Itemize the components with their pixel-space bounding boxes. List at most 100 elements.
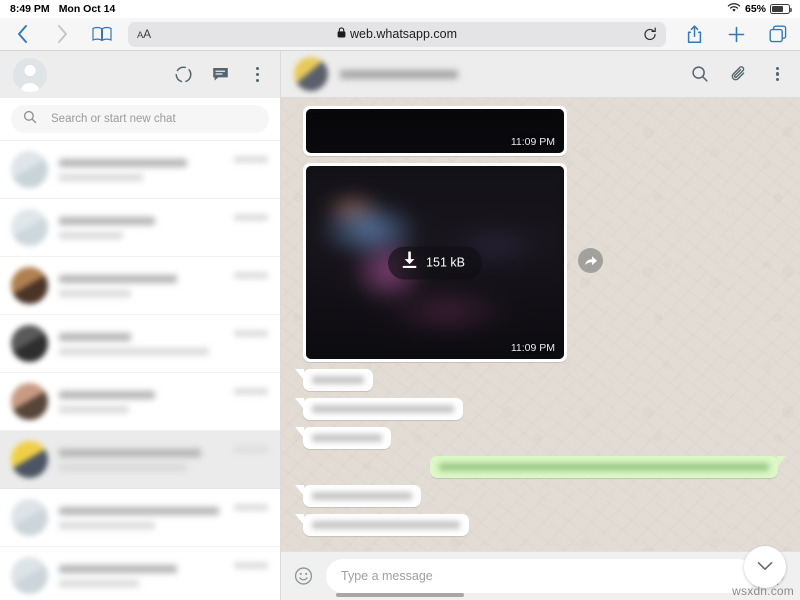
emoji-smiley-icon[interactable] xyxy=(294,567,313,586)
chat-list-item[interactable] xyxy=(0,257,280,315)
message-timestamp: 11:09 PM xyxy=(510,342,555,354)
scroll-to-bottom-button[interactable] xyxy=(744,546,786,588)
chat-item-time xyxy=(234,562,268,569)
chat-avatar xyxy=(11,441,48,478)
new-chat-icon[interactable] xyxy=(211,65,230,84)
contact-avatar[interactable] xyxy=(294,57,328,91)
menu-dots-icon[interactable] xyxy=(248,65,267,84)
show-tabs-icon[interactable] xyxy=(768,24,788,44)
chat-item-preview xyxy=(59,579,139,587)
chat-avatar xyxy=(11,557,48,594)
chat-avatar xyxy=(11,267,48,304)
bookmarks-book-icon[interactable] xyxy=(92,24,112,44)
chat-item-preview xyxy=(59,347,209,355)
outgoing-message-bubble[interactable] xyxy=(430,456,778,478)
chat-item-time xyxy=(234,214,268,221)
message-row xyxy=(303,485,778,507)
message-text xyxy=(312,434,382,442)
forward-arrow-icon[interactable] xyxy=(578,248,603,273)
search-input-placeholder: Search or start new chat xyxy=(51,113,176,125)
chat-avatar xyxy=(11,151,48,188)
message-input-placeholder: Type a message xyxy=(341,569,433,583)
search-input[interactable]: Search or start new chat xyxy=(11,105,269,133)
media-thumbnail[interactable]: 151 kB 11:09 PM xyxy=(306,166,564,359)
wifi-icon xyxy=(727,2,741,16)
download-media-button[interactable]: 151 kB xyxy=(388,246,482,279)
media-message-bubble[interactable]: 11:09 PM xyxy=(303,106,567,156)
new-tab-plus-icon[interactable] xyxy=(726,24,746,44)
message-row: 151 kB 11:09 PM xyxy=(303,163,778,362)
download-arrow-icon xyxy=(402,251,417,274)
message-row xyxy=(303,369,778,391)
address-bar-url: web.whatsapp.com xyxy=(349,27,457,41)
chat-item-time xyxy=(234,504,268,511)
message-list: 11:09 PM 151 kB 11:09 PM xyxy=(281,98,800,551)
incoming-message-bubble[interactable] xyxy=(303,369,373,391)
reload-icon[interactable] xyxy=(643,27,657,42)
search-icon xyxy=(23,110,37,129)
message-row xyxy=(303,456,778,478)
message-row xyxy=(303,398,778,420)
share-icon[interactable] xyxy=(684,24,704,44)
chat-list-item[interactable] xyxy=(0,547,280,600)
chat-list-item[interactable] xyxy=(0,315,280,373)
chat-item-name xyxy=(59,216,155,225)
whatsapp-web-app: Search or start new chat 11:09 PM 151 kB… xyxy=(0,51,800,600)
text-size-button[interactable]: AA xyxy=(137,27,151,41)
menu-dots-icon[interactable] xyxy=(768,65,787,84)
message-text xyxy=(312,521,460,529)
message-row: 11:09 PM xyxy=(303,106,778,156)
contact-name xyxy=(340,69,458,79)
chat-item-preview xyxy=(59,231,123,239)
chat-list[interactable] xyxy=(0,141,280,600)
chat-item-name xyxy=(59,158,187,167)
battery-percent-label: 65% xyxy=(744,3,766,15)
incoming-message-bubble[interactable] xyxy=(303,427,391,449)
chevron-down-icon xyxy=(757,558,773,576)
chat-item-time xyxy=(234,446,268,453)
sidebar-header xyxy=(0,51,280,98)
incoming-message-bubble[interactable] xyxy=(303,485,421,507)
status-circle-icon[interactable] xyxy=(174,65,193,84)
chat-list-item[interactable] xyxy=(0,199,280,257)
profile-avatar[interactable] xyxy=(13,57,47,92)
chat-avatar xyxy=(11,383,48,420)
chat-item-time xyxy=(234,272,268,279)
status-bar-time: 8:49 PM xyxy=(10,3,50,15)
chat-list-item[interactable] xyxy=(0,141,280,199)
browser-back-button[interactable] xyxy=(12,24,32,44)
chat-list-item[interactable] xyxy=(0,489,280,547)
chat-item-name xyxy=(59,506,219,515)
message-input[interactable]: Type a message xyxy=(326,559,755,593)
safari-toolbar: AA web.whatsapp.com xyxy=(0,18,800,51)
chat-item-preview xyxy=(59,405,129,413)
message-text xyxy=(312,492,412,500)
media-thumbnail[interactable]: 11:09 PM xyxy=(306,109,564,153)
message-row xyxy=(303,514,778,536)
chat-sidebar: Search or start new chat xyxy=(0,51,281,600)
chat-item-name xyxy=(59,274,177,283)
incoming-message-bubble[interactable] xyxy=(303,398,463,420)
paperclip-icon[interactable] xyxy=(729,65,748,84)
chat-item-name xyxy=(59,564,177,573)
conversation-panel: 11:09 PM 151 kB 11:09 PM Type a message xyxy=(281,51,800,600)
chat-avatar xyxy=(11,209,48,246)
home-indicator xyxy=(336,593,464,597)
ipad-safari-whatsapp-screen: 8:49 PM Mon Oct 14 65% A A web.whatsapp.… xyxy=(0,0,800,600)
status-bar-date: Mon Oct 14 xyxy=(58,3,116,15)
chat-item-time xyxy=(234,156,268,163)
address-bar[interactable]: AA web.whatsapp.com xyxy=(128,21,666,47)
chat-item-name xyxy=(59,390,155,399)
message-text xyxy=(312,376,364,384)
media-message-bubble[interactable]: 151 kB 11:09 PM xyxy=(303,163,567,362)
chat-item-preview xyxy=(59,173,143,181)
sidebar-search-row: Search or start new chat xyxy=(0,98,280,141)
search-icon[interactable] xyxy=(690,65,709,84)
incoming-message-bubble[interactable] xyxy=(303,514,469,536)
chat-list-item[interactable] xyxy=(0,431,280,489)
browser-forward-button[interactable] xyxy=(52,24,72,44)
chat-list-item[interactable] xyxy=(0,373,280,431)
chat-item-preview xyxy=(59,521,155,529)
message-text xyxy=(312,405,454,413)
chat-item-name xyxy=(59,448,201,457)
